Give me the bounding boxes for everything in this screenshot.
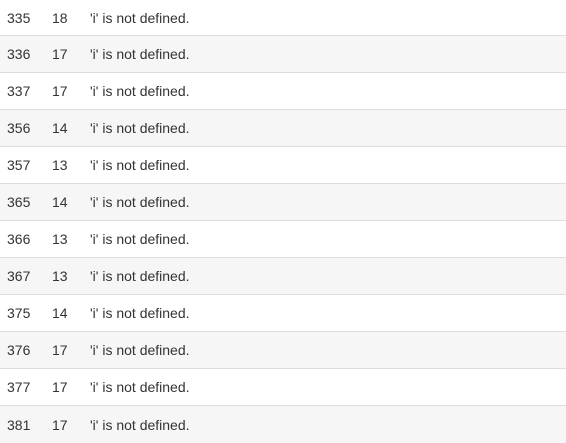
table-row[interactable]: 376 17 'i' is not defined. (0, 332, 566, 369)
column-number: 13 (52, 231, 68, 247)
error-message: 'i' is not defined. (90, 379, 190, 395)
error-message: 'i' is not defined. (90, 194, 190, 210)
table-row[interactable]: 335 18 'i' is not defined. (0, 0, 566, 36)
column-number: 17 (52, 416, 68, 433)
line-number: 367 (7, 268, 31, 284)
error-message: 'i' is not defined. (90, 416, 190, 433)
error-message: 'i' is not defined. (90, 46, 190, 62)
table-row[interactable]: 381 17 'i' is not defined. (0, 406, 566, 443)
table-row[interactable]: 375 14 'i' is not defined. (0, 295, 566, 332)
line-number: 337 (7, 83, 31, 99)
error-message: 'i' is not defined. (90, 9, 190, 26)
column-number: 17 (52, 379, 68, 395)
column-number: 14 (52, 194, 68, 210)
line-number: 357 (7, 157, 31, 173)
table-row[interactable]: 365 14 'i' is not defined. (0, 184, 566, 221)
column-number: 18 (52, 9, 68, 26)
line-number: 365 (7, 194, 31, 210)
line-number: 377 (7, 379, 31, 395)
table-row[interactable]: 366 13 'i' is not defined. (0, 221, 566, 258)
line-number: 356 (7, 120, 31, 136)
column-number: 17 (52, 46, 68, 62)
error-message: 'i' is not defined. (90, 157, 190, 173)
line-number: 375 (7, 305, 31, 321)
column-number: 13 (52, 157, 68, 173)
error-message: 'i' is not defined. (90, 268, 190, 284)
table-row[interactable]: 357 13 'i' is not defined. (0, 147, 566, 184)
line-number: 335 (7, 9, 31, 26)
error-message: 'i' is not defined. (90, 83, 190, 99)
error-message: 'i' is not defined. (90, 231, 190, 247)
column-number: 17 (52, 342, 68, 358)
table-row[interactable]: 377 17 'i' is not defined. (0, 369, 566, 406)
column-number: 17 (52, 83, 68, 99)
lint-results-table: 335 18 'i' is not defined. 336 17 'i' is… (0, 0, 566, 443)
column-number: 14 (52, 305, 68, 321)
line-number: 366 (7, 231, 31, 247)
error-message: 'i' is not defined. (90, 305, 190, 321)
column-number: 13 (52, 268, 68, 284)
column-number: 14 (52, 120, 68, 136)
line-number: 381 (7, 416, 31, 433)
error-message: 'i' is not defined. (90, 120, 190, 136)
line-number: 376 (7, 342, 31, 358)
table-row[interactable]: 367 13 'i' is not defined. (0, 258, 566, 295)
table-row[interactable]: 336 17 'i' is not defined. (0, 36, 566, 73)
table-row[interactable]: 356 14 'i' is not defined. (0, 110, 566, 147)
error-message: 'i' is not defined. (90, 342, 190, 358)
line-number: 336 (7, 46, 31, 62)
table-row[interactable]: 337 17 'i' is not defined. (0, 73, 566, 110)
